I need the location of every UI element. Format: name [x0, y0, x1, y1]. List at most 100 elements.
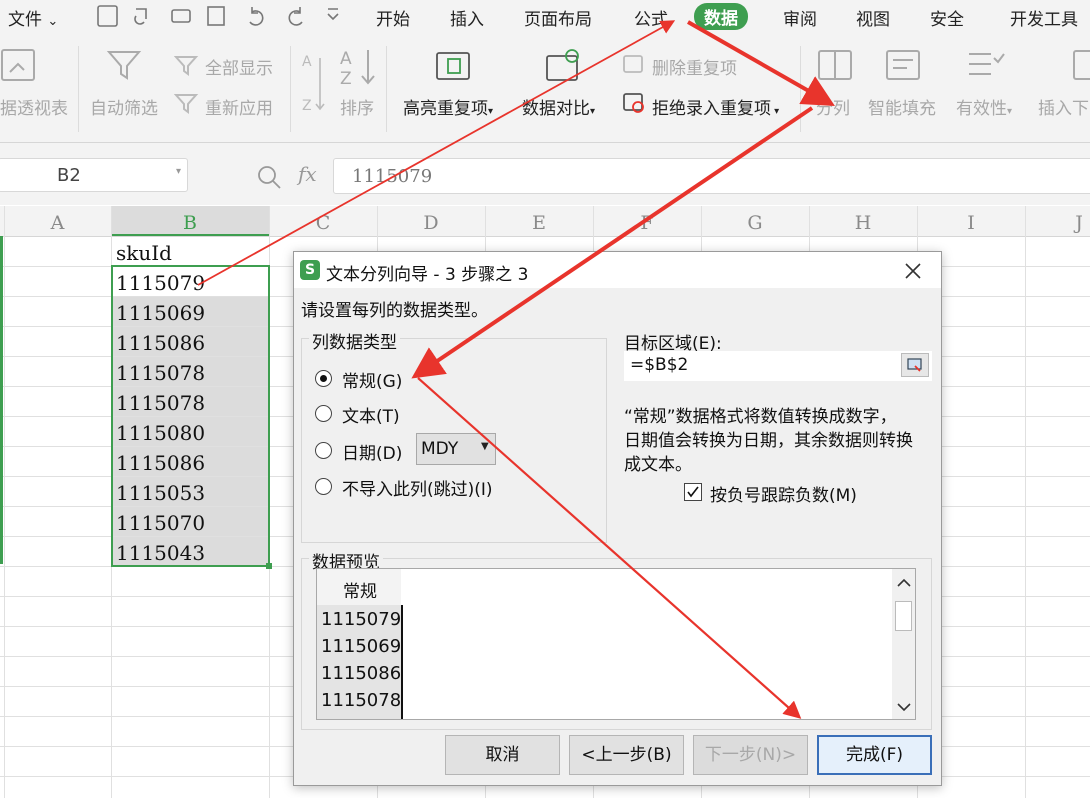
col-header-j[interactable]: J [1025, 206, 1090, 236]
print-icon [171, 9, 191, 23]
ribbon-separator [78, 46, 79, 132]
print-preview-icon [207, 6, 225, 26]
back-button[interactable]: <上一步(B) [569, 735, 684, 775]
radio-skip-label[interactable]: 不导入此列(跳过)(I) [342, 475, 493, 500]
autofilter-button[interactable]: 自动筛选 [90, 94, 158, 119]
col-header-i[interactable]: I [917, 206, 1025, 236]
col-header-f[interactable]: F [593, 206, 701, 236]
tab-home[interactable]: 开始 [376, 5, 410, 30]
preview-column-divider [401, 605, 403, 719]
range-picker-icon [907, 358, 922, 372]
zoom-search-icon[interactable] [256, 164, 284, 190]
dialog-prompt: 请设置每列的数据类型。 [301, 301, 488, 321]
svg-text:A: A [302, 54, 312, 70]
quick-access-toolbar [97, 5, 339, 27]
negative-checkbox-label[interactable]: 按负号跟踪负数(M) [710, 481, 857, 506]
reject-duplicates-button[interactable]: 拒绝录入重复项 ▾ [652, 94, 779, 119]
name-box-dropdown-icon[interactable]: ▾ [176, 166, 181, 177]
radio-date[interactable] [315, 442, 332, 459]
formula-input[interactable]: 1115079 [333, 158, 1090, 194]
ribbon-separator [290, 46, 291, 132]
col-header-h[interactable]: H [809, 206, 917, 236]
smart-fill-button[interactable]: 智能填充 [868, 94, 936, 119]
col-header-a[interactable]: A [4, 206, 111, 236]
scroll-thumb[interactable] [895, 601, 912, 631]
chevron-down-icon: ▼ [481, 441, 489, 452]
tab-data[interactable]: 数据 [694, 3, 748, 30]
tab-view[interactable]: 视图 [856, 5, 890, 30]
range-picker-button[interactable] [901, 353, 929, 377]
col-header-b[interactable]: B [111, 206, 269, 236]
tab-page-layout[interactable]: 页面布局 [524, 5, 592, 30]
radio-skip[interactable] [315, 478, 332, 495]
preview-scrollbar[interactable] [892, 569, 915, 719]
col-header-g[interactable]: G [701, 206, 809, 236]
sort-button[interactable]: 排序 [340, 94, 374, 119]
tab-review[interactable]: 审阅 [783, 5, 817, 30]
insert-dropdown-button[interactable]: 插入下 [1038, 94, 1089, 119]
file-menu[interactable]: 文件 ⌄ [8, 5, 58, 30]
finish-button[interactable]: 完成(F) [817, 735, 932, 775]
highlight-duplicates-icon [436, 52, 470, 80]
delete-duplicates-button[interactable]: 删除重复项 [652, 54, 737, 79]
cell-b1[interactable]: skuId [111, 237, 269, 266]
data-compare-button[interactable]: 数据对比▾ [522, 94, 595, 119]
target-input[interactable]: =$B$2 [624, 351, 932, 381]
delete-duplicates-icon [623, 55, 643, 73]
validity-button[interactable]: 有效性▾ [956, 94, 1012, 119]
radio-text-label[interactable]: 文本(T) [342, 402, 400, 427]
radio-general[interactable] [315, 370, 332, 387]
filter-icon [106, 51, 142, 80]
col-header-c[interactable]: C [269, 206, 377, 236]
name-box-value: B2 [57, 165, 81, 186]
customize-icon [327, 8, 339, 21]
dialog-titlebar[interactable]: S 文本分列向导 - 3 步骤之 3 [294, 252, 941, 288]
radio-selected-dot [320, 375, 327, 382]
name-box[interactable]: B2 ▾ [0, 158, 188, 192]
redo-icon [288, 7, 303, 26]
split-column-icon [818, 50, 852, 80]
col-header-d[interactable]: D [377, 206, 485, 236]
radio-general-label[interactable]: 常规(G) [342, 367, 402, 392]
scroll-down-icon[interactable] [896, 701, 912, 713]
reapply-icon [174, 94, 199, 114]
checkmark-icon [687, 486, 699, 498]
cancel-button[interactable]: 取消 [445, 735, 560, 775]
split-column-button[interactable]: 分列 [816, 94, 850, 119]
wps-app-icon: S [300, 260, 320, 280]
tab-developer[interactable]: 开发工具 [1010, 5, 1078, 30]
undo-icon [249, 7, 264, 26]
col-header-e[interactable]: E [485, 206, 593, 236]
formula-input-value: 1115079 [352, 166, 433, 187]
dialog-title: 文本分列向导 - 3 步骤之 3 [326, 265, 529, 285]
preview-table[interactable]: 常规 1115079 1115069 1115086 1115078 [316, 568, 916, 720]
negative-checkbox[interactable] [684, 483, 702, 501]
fx-icon[interactable]: fx [298, 162, 317, 186]
sort-icon: AZ [340, 49, 375, 86]
radio-date-label[interactable]: 日期(D) [342, 439, 402, 464]
preview-header: 常规 [343, 582, 377, 602]
preview-row: 1115079 [321, 609, 402, 630]
svg-text:A: A [340, 49, 352, 69]
tab-insert[interactable]: 插入 [450, 5, 484, 30]
show-all-button[interactable]: 全部显示 [205, 54, 273, 79]
highlight-duplicates-button[interactable]: 高亮重复项▾ [403, 94, 493, 119]
svg-text:Z: Z [340, 69, 352, 86]
selection-range-border [111, 265, 270, 567]
preview-row: 1115086 [321, 663, 402, 684]
group-label: 列数据类型 [309, 328, 400, 353]
reapply-button[interactable]: 重新应用 [205, 94, 273, 119]
pivot-table-icon [1, 49, 35, 81]
next-button[interactable]: 下一步(N)> [693, 735, 808, 775]
validity-icon [969, 53, 1005, 75]
pivot-table-button[interactable]: 据透视表 [0, 94, 68, 119]
description-line-2: 日期值会转换为日期，其余数据则转换 [624, 431, 913, 451]
scroll-up-icon[interactable] [896, 577, 912, 589]
date-format-select[interactable]: MDY ▼ [416, 433, 496, 465]
tab-formulas[interactable]: 公式 [634, 5, 668, 30]
smart-fill-icon [886, 50, 920, 80]
fill-handle[interactable] [266, 563, 272, 569]
close-icon[interactable] [904, 262, 922, 280]
tab-security[interactable]: 安全 [930, 5, 964, 30]
radio-text[interactable] [315, 405, 332, 422]
